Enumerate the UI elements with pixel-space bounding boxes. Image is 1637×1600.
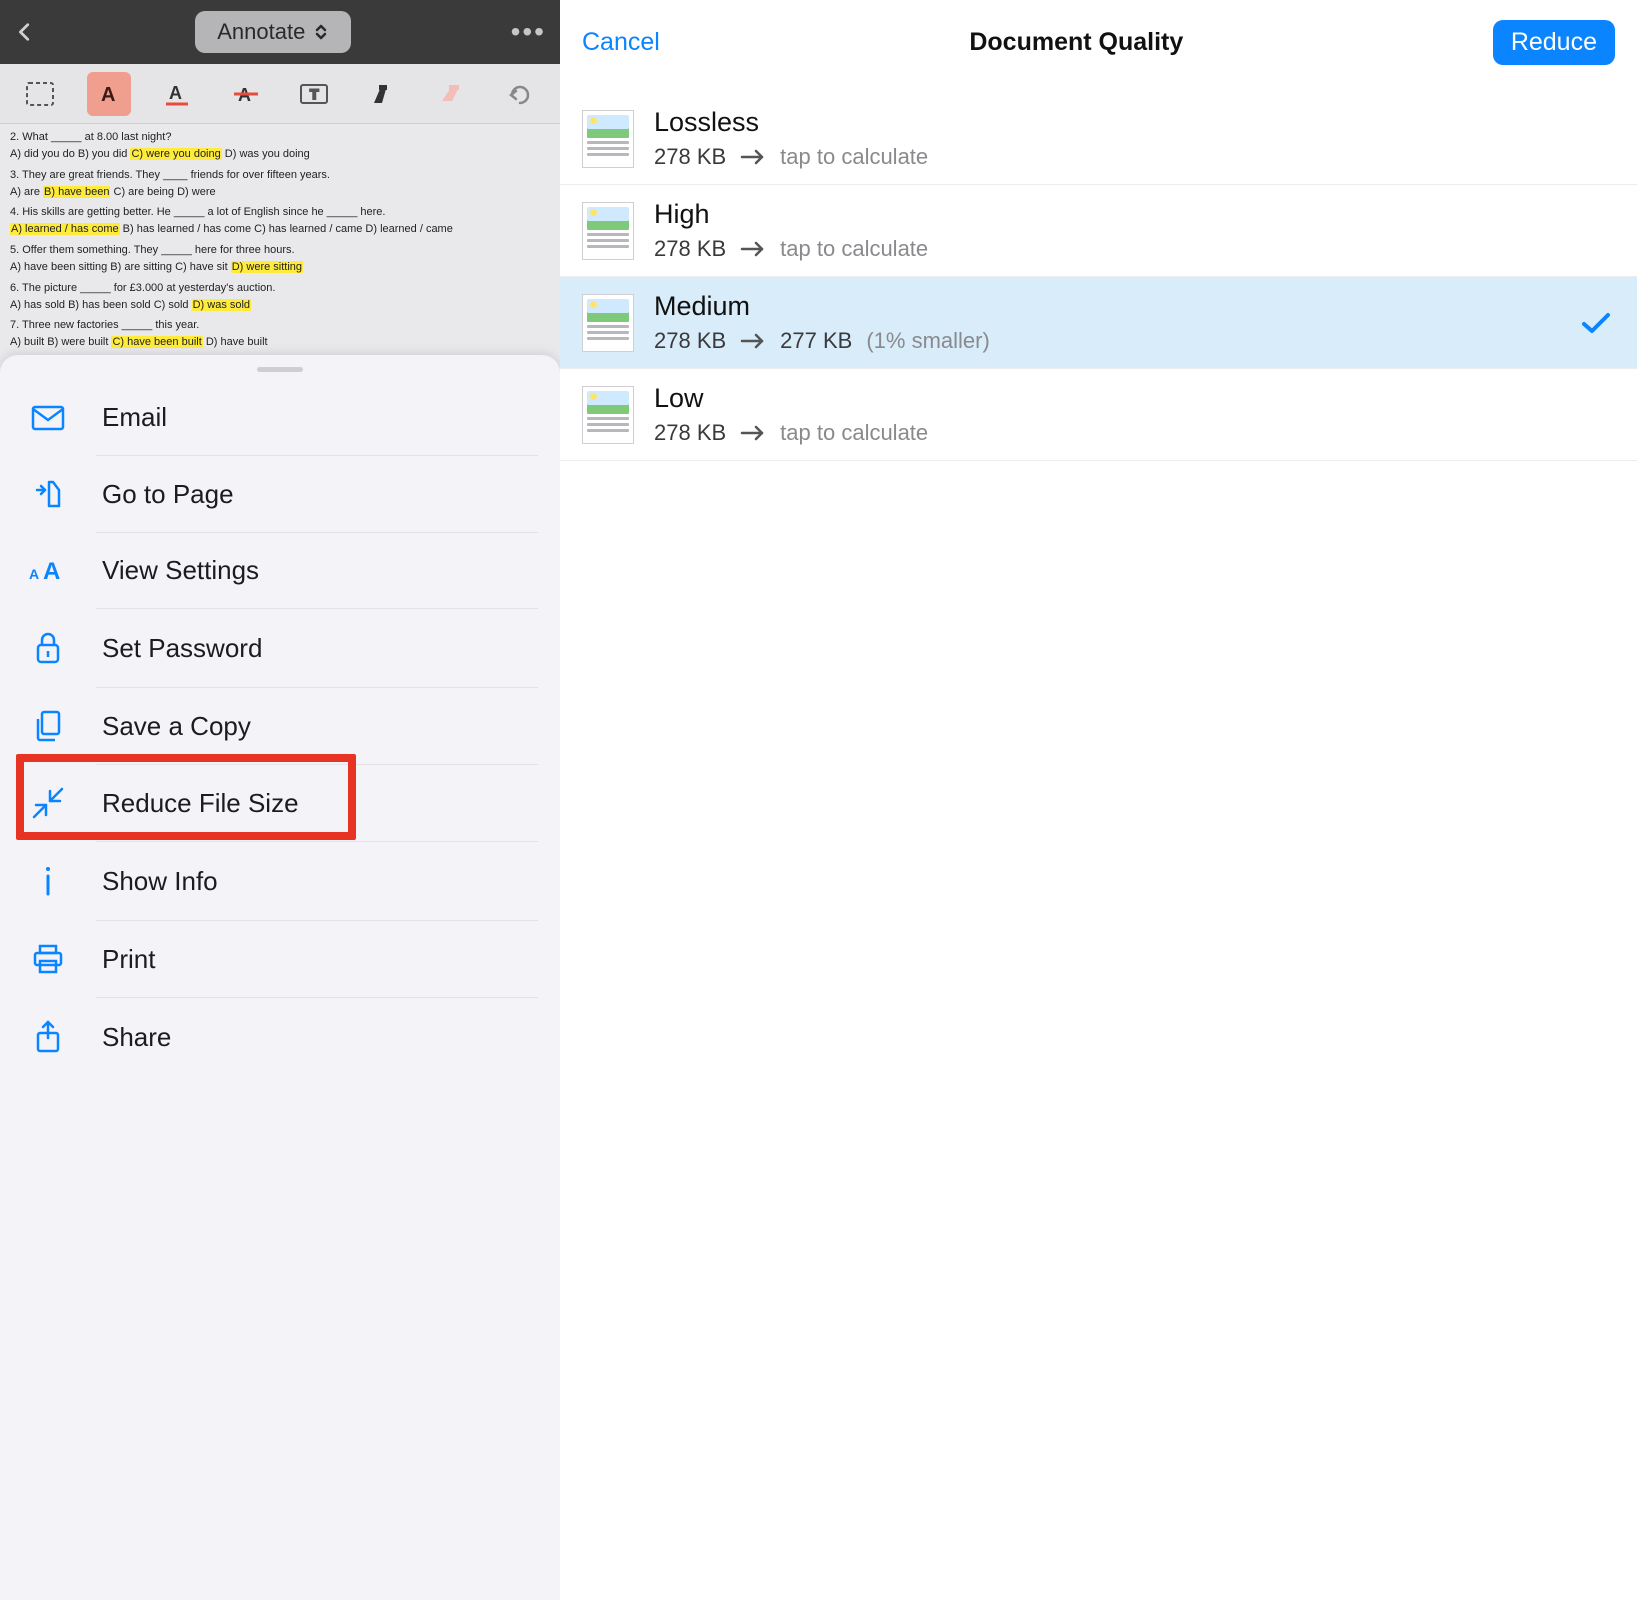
mail-icon [28,405,68,431]
annotate-toolbar: A A A T [0,64,560,124]
quality-sub: 278 KB tap to calculate [654,144,1615,170]
quality-row-medium[interactable]: Medium 278 KB 277 KB (1% smaller) [560,277,1637,369]
doc-line: A) did you do B) you did C) were you doi… [10,147,550,162]
menu-label: Save a Copy [102,711,251,742]
menu-reduce-file-size[interactable]: Reduce File Size [0,765,560,841]
svg-text:A: A [101,84,115,106]
print-icon [28,943,68,975]
arrow-right-icon [740,148,766,166]
doc-line: 5. Offer them something. They _____ here… [10,243,550,258]
text-box-tool[interactable]: T [292,72,336,116]
goto-page-icon [28,478,68,510]
menu-label: Print [102,944,155,975]
menu-view-settings[interactable]: AA View Settings [0,533,560,608]
menu-email[interactable]: Email [0,380,560,455]
doc-line: 6. The picture _____ for £3.000 at yeste… [10,281,550,296]
more-button[interactable]: ••• [511,16,546,48]
svg-text:A: A [43,558,60,585]
svg-text:A: A [169,83,182,103]
page-thumbnail-icon [582,386,634,444]
right-pane: Cancel Document Quality Reduce Lossless … [560,0,1637,1600]
reduce-button[interactable]: Reduce [1493,20,1615,65]
copy-icon [28,710,68,742]
doc-line: A) has sold B) has been sold C) sold D) … [10,298,550,313]
left-pane: Annotate ••• A A A T 2. Wha [0,0,560,1600]
quality-sub: 278 KB tap to calculate [654,420,1615,446]
quality-name: Medium [654,291,1615,322]
cancel-button[interactable]: Cancel [582,28,660,57]
page-thumbnail-icon [582,202,634,260]
menu-set-password[interactable]: Set Password [0,609,560,687]
menu-print[interactable]: Print [0,921,560,997]
menu-share[interactable]: Share [0,998,560,1076]
annotate-mode-selector[interactable]: Annotate [195,11,351,53]
quality-row-lossless[interactable]: Lossless 278 KB tap to calculate [560,93,1637,185]
menu-show-info[interactable]: Show Info [0,842,560,920]
strikethrough-text-tool[interactable]: A [224,72,268,116]
back-button[interactable] [14,21,36,43]
menu-label: Show Info [102,866,218,897]
doc-line: A) built B) were built C) have been buil… [10,335,550,350]
top-bar: Annotate ••• [0,0,560,64]
page-thumbnail-icon [582,294,634,352]
quality-sub: 278 KB 277 KB (1% smaller) [654,328,1615,354]
annotate-label: Annotate [217,19,305,45]
compress-icon [28,787,68,819]
updown-chevron-icon [313,23,329,41]
underline-text-tool[interactable]: A [155,72,199,116]
checkmark-icon [1581,311,1611,335]
doc-line: A) have been sitting B) are sitting C) h… [10,260,550,275]
menu-label: Set Password [102,633,262,664]
doc-line: 4. His skills are getting better. He ___… [10,205,550,220]
lock-icon [28,631,68,665]
quality-row-high[interactable]: High 278 KB tap to calculate [560,185,1637,277]
svg-text:A: A [29,566,39,582]
eraser-tool[interactable] [429,72,473,116]
selection-tool[interactable] [18,72,62,116]
undo-button[interactable] [498,72,542,116]
quality-name: Low [654,383,1615,414]
arrow-right-icon [740,332,766,350]
quality-name: High [654,199,1615,230]
share-icon [28,1020,68,1054]
highlight-text-tool[interactable]: A [87,72,131,116]
menu-label: Go to Page [102,479,234,510]
menu-label: Share [102,1022,171,1053]
quality-sub: 278 KB tap to calculate [654,236,1615,262]
info-icon [28,864,68,898]
menu-save-a-copy[interactable]: Save a Copy [0,688,560,764]
quality-name: Lossless [654,107,1615,138]
menu-label: Email [102,402,167,433]
quality-header: Cancel Document Quality Reduce [560,0,1637,85]
doc-line: A) learned / has come B) has learned / h… [10,222,550,237]
doc-line: A) are B) have been C) are being D) were [10,185,550,200]
sheet-grabber[interactable] [257,367,303,372]
arrow-right-icon [740,240,766,258]
actions-sheet: Email Go to Page AA View Settings Set Pa… [0,355,560,1600]
arrow-right-icon [740,424,766,442]
doc-line: 2. What _____ at 8.00 last night? [10,130,550,145]
menu-label: View Settings [102,555,259,586]
text-size-icon: AA [28,557,68,585]
menu-label: Reduce File Size [102,788,299,819]
quality-row-low[interactable]: Low 278 KB tap to calculate [560,369,1637,461]
page-thumbnail-icon [582,110,634,168]
menu-go-to-page[interactable]: Go to Page [0,456,560,532]
marker-tool[interactable] [361,72,405,116]
quality-list: Lossless 278 KB tap to calculate High 27… [560,93,1637,461]
doc-line: 3. They are great friends. They ____ fri… [10,168,550,183]
svg-text:T: T [310,86,319,102]
doc-line: 7. Three new factories _____ this year. [10,318,550,333]
page-title: Document Quality [969,28,1183,57]
